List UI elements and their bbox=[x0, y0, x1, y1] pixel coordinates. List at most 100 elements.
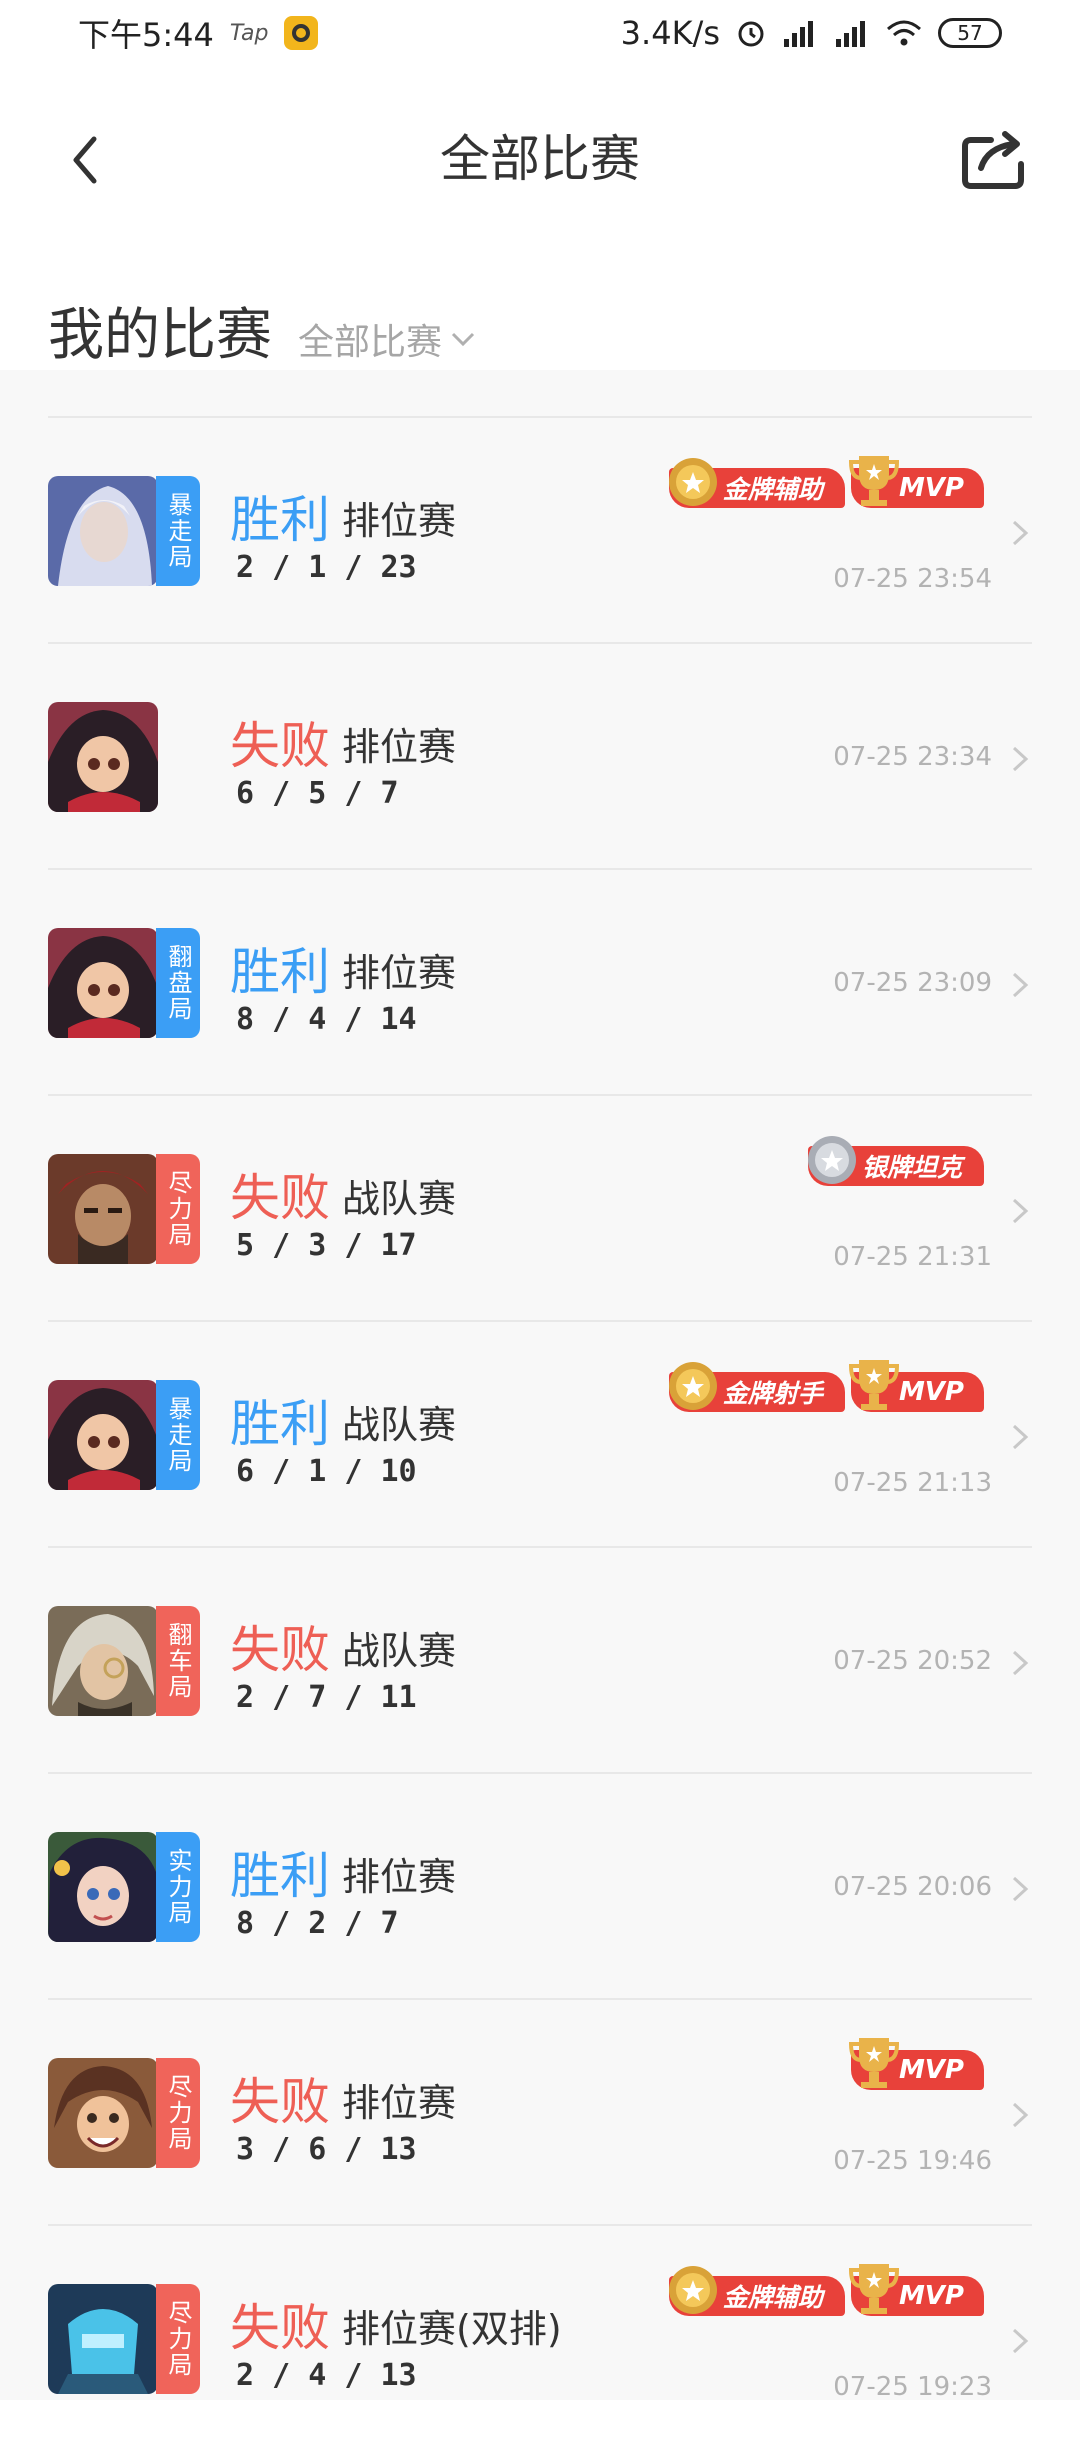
app-bar: 全部比赛 bbox=[0, 80, 1080, 230]
game-app-icon bbox=[284, 16, 319, 50]
hero-avatar: 翻车局 bbox=[48, 1606, 200, 1716]
trophy-icon bbox=[848, 456, 899, 506]
back-button[interactable] bbox=[50, 125, 120, 195]
gold-medal-icon bbox=[668, 458, 717, 506]
match-kda: 3 / 6 / 13 bbox=[236, 2132, 417, 2167]
match-kda: 8 / 4 / 14 bbox=[236, 1002, 417, 1037]
match-row[interactable]: 暴走局 胜利 排位赛 2 / 1 / 23 金牌辅助 MVP 07-25 23:… bbox=[48, 418, 1032, 644]
match-time: 07-25 20:06 bbox=[833, 1872, 992, 1902]
wifi-icon bbox=[886, 19, 922, 47]
match-kda: 8 / 2 / 7 bbox=[236, 1906, 399, 1941]
hero-avatar: 尽力局 bbox=[48, 2058, 200, 2168]
match-kda: 6 / 5 / 7 bbox=[236, 776, 399, 811]
gold-medal-badge: 金牌辅助 bbox=[668, 458, 845, 508]
match-mode: 战队赛 bbox=[342, 1629, 457, 1673]
match-kda: 6 / 1 / 10 bbox=[236, 1454, 417, 1489]
match-mode: 排位赛 bbox=[342, 1855, 457, 1899]
match-row[interactable]: 实力局 胜利 排位赛 8 / 2 / 7 07-25 20:06 bbox=[48, 1774, 1032, 2000]
alarm-icon bbox=[736, 18, 766, 48]
gold-medal-icon bbox=[668, 1362, 717, 1410]
chevron-right-icon bbox=[1012, 2328, 1029, 2354]
match-result: 失败 bbox=[230, 1169, 330, 1227]
silver-medal-icon bbox=[807, 1136, 856, 1184]
match-time: 07-25 19:23 bbox=[833, 2372, 992, 2402]
match-tag: 暴走局 bbox=[156, 476, 200, 586]
match-row[interactable]: 翻车局 失败 战队赛 2 / 7 / 11 07-25 20:52 bbox=[48, 1548, 1032, 1774]
section-title: 我的比赛 bbox=[48, 303, 272, 368]
match-time: 07-25 21:31 bbox=[833, 1242, 992, 1272]
signal-hd-icon bbox=[834, 19, 870, 47]
match-badges: MVP bbox=[848, 2038, 984, 2090]
hero-avatar: 暴走局 bbox=[48, 1380, 200, 1490]
chevron-right-icon bbox=[1012, 2102, 1029, 2128]
mvp-badge: MVP bbox=[848, 2038, 984, 2090]
match-result: 胜利 bbox=[230, 491, 330, 549]
chevron-right-icon bbox=[1012, 520, 1029, 546]
match-result: 失败 bbox=[230, 2073, 330, 2131]
gold-medal-badge: 金牌辅助 bbox=[668, 2266, 845, 2316]
match-result: 胜利 bbox=[230, 1395, 330, 1453]
match-tag: 尽力局 bbox=[156, 1154, 200, 1264]
match-filter-dropdown[interactable]: 全部比赛 bbox=[298, 313, 476, 365]
match-mode: 战队赛 bbox=[342, 1403, 457, 1447]
match-tag: 尽力局 bbox=[156, 2284, 200, 2394]
match-mode: 排位赛 bbox=[342, 951, 457, 995]
share-icon bbox=[962, 131, 1024, 189]
signal-icon bbox=[782, 19, 818, 47]
match-list: 暴走局 胜利 排位赛 2 / 1 / 23 金牌辅助 MVP 07-25 23:… bbox=[0, 370, 1080, 2402]
match-result: 胜利 bbox=[230, 1847, 330, 1905]
chevron-right-icon bbox=[1012, 746, 1029, 772]
hero-avatar: 尽力局 bbox=[48, 2284, 200, 2394]
match-tag: 暴走局 bbox=[156, 1380, 200, 1490]
match-row[interactable]: 翻盘局 胜利 排位赛 8 / 4 / 14 07-25 23:09 bbox=[48, 870, 1032, 1096]
match-time: 07-25 23:54 bbox=[833, 564, 992, 594]
hero-avatar: 尽力局 bbox=[48, 1154, 200, 1264]
chevron-right-icon bbox=[1012, 972, 1029, 998]
match-badges: 金牌辅助 MVP bbox=[668, 456, 984, 508]
mvp-badge: MVP bbox=[848, 2264, 984, 2316]
chevron-down-icon bbox=[451, 332, 475, 347]
match-kda: 2 / 4 / 13 bbox=[236, 2358, 417, 2393]
match-badges: 金牌射手 MVP bbox=[668, 1360, 984, 1412]
match-row[interactable]: 暴走局 胜利 战队赛 6 / 1 / 10 金牌射手 MVP 07-25 21:… bbox=[48, 1322, 1032, 1548]
network-speed: 3.4K/s bbox=[620, 14, 720, 52]
chevron-right-icon bbox=[1012, 1650, 1029, 1676]
match-kda: 2 / 7 / 11 bbox=[236, 1680, 417, 1715]
hero-avatar: 实力局 bbox=[48, 1832, 200, 1942]
match-time: 07-25 21:13 bbox=[833, 1468, 992, 1498]
match-tag: 翻车局 bbox=[156, 1606, 200, 1716]
match-result: 失败 bbox=[230, 717, 330, 775]
match-row[interactable]: 尽力局 失败 排位赛(双排) 2 / 4 / 13 金牌辅助 MVP 07-25… bbox=[48, 2226, 1032, 2452]
gold-medal-icon bbox=[668, 2266, 717, 2314]
hero-avatar: 翻盘局 bbox=[48, 928, 200, 1038]
match-tag: 尽力局 bbox=[156, 2058, 200, 2168]
match-tag: 翻盘局 bbox=[156, 928, 200, 1038]
chevron-right-icon bbox=[1012, 1876, 1029, 1902]
match-mode: 排位赛 bbox=[342, 499, 457, 543]
match-mode: 战队赛 bbox=[342, 1177, 457, 1221]
chevron-right-icon bbox=[1012, 1198, 1029, 1224]
hero-avatar bbox=[48, 702, 200, 812]
match-tag: 实力局 bbox=[156, 1832, 200, 1942]
share-button[interactable] bbox=[956, 122, 1032, 198]
match-badges: 金牌辅助 MVP bbox=[668, 2264, 984, 2316]
match-time: 07-25 19:46 bbox=[833, 2146, 992, 2176]
chevron-right-icon bbox=[1012, 1424, 1029, 1450]
silver-medal-badge: 银牌坦克 bbox=[807, 1136, 984, 1186]
match-result: 失败 bbox=[230, 2299, 330, 2357]
status-bar: 下午5:44 Tap 3.4K/s 57 bbox=[0, 0, 1080, 66]
match-row[interactable]: 失败 排位赛 6 / 5 / 7 07-25 23:34 bbox=[48, 644, 1032, 870]
status-time: 下午5:44 bbox=[78, 16, 214, 54]
mvp-badge: MVP bbox=[848, 456, 984, 508]
match-row[interactable]: 尽力局 失败 排位赛 3 / 6 / 13 MVP 07-25 19:46 bbox=[48, 2000, 1032, 2226]
back-arrow-icon bbox=[73, 136, 97, 184]
tap-app-label: Tap bbox=[229, 20, 269, 46]
mvp-badge: MVP bbox=[848, 1360, 984, 1412]
match-time: 07-25 20:52 bbox=[833, 1646, 992, 1676]
match-row[interactable]: 尽力局 失败 战队赛 5 / 3 / 17 银牌坦克 07-25 21:31 bbox=[48, 1096, 1032, 1322]
match-mode: 排位赛(双排) bbox=[342, 2307, 562, 2351]
trophy-icon bbox=[848, 1360, 899, 1410]
match-time: 07-25 23:34 bbox=[833, 742, 992, 772]
match-mode: 排位赛 bbox=[342, 2081, 457, 2125]
filter-label: 全部比赛 bbox=[298, 322, 443, 363]
